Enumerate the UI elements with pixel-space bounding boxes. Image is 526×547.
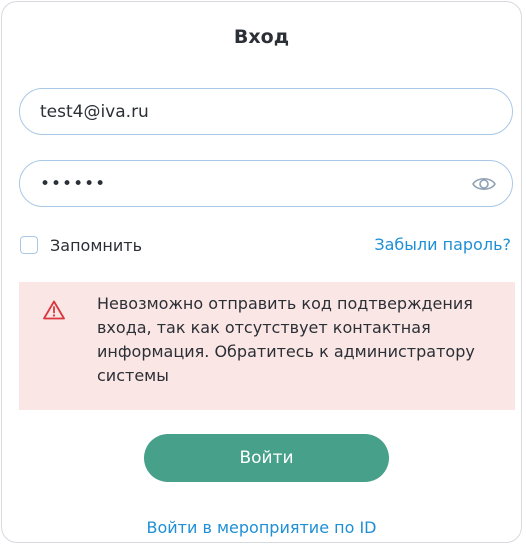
- warning-triangle-icon: [43, 300, 65, 320]
- email-input[interactable]: [40, 89, 460, 134]
- forgot-password-link[interactable]: Забыли пароль?: [374, 235, 511, 254]
- remember-me: Запомнить: [20, 234, 142, 256]
- email-field[interactable]: [19, 88, 513, 135]
- join-event-by-id-link[interactable]: Войти в мероприятие по ID: [2, 518, 521, 537]
- remember-label: Запомнить: [50, 235, 142, 255]
- password-field[interactable]: [19, 160, 513, 207]
- page-title: Вход: [233, 26, 290, 48]
- login-card: Вход Запомнить Забыли пароль? Невозможно…: [1, 1, 522, 543]
- password-input[interactable]: [40, 161, 440, 206]
- error-alert: Невозможно отправить код подтверждения в…: [19, 282, 515, 410]
- error-message: Невозможно отправить код подтверждения в…: [97, 294, 475, 385]
- login-button[interactable]: Войти: [144, 434, 389, 482]
- eye-icon[interactable]: [472, 173, 496, 195]
- remember-checkbox[interactable]: [20, 236, 38, 254]
